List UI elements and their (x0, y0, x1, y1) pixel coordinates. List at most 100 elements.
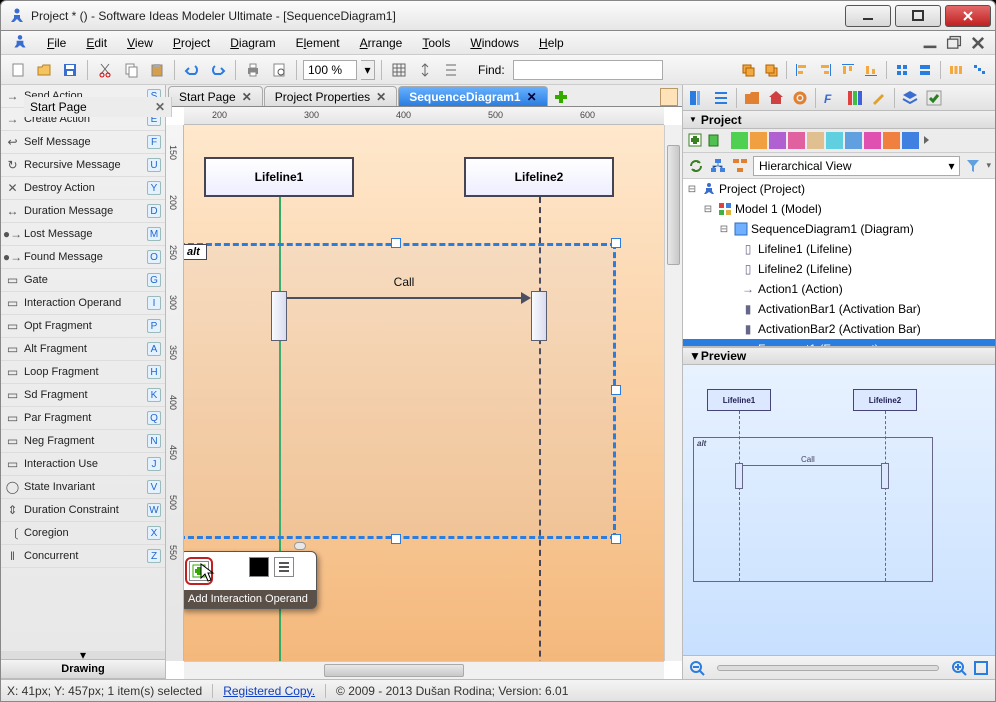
add-tab-button[interactable] (552, 88, 570, 106)
tab-start-tool[interactable]: Start Page✕ (24, 97, 172, 117)
print-preview-button[interactable] (268, 59, 290, 81)
zoom-input[interactable]: 100 % (303, 60, 357, 80)
tab-close-icon[interactable]: ✕ (376, 90, 386, 104)
filter-icon[interactable] (964, 157, 982, 175)
layers-icon[interactable] (899, 87, 921, 109)
tool-item[interactable]: ◯State InvariantV (1, 476, 165, 499)
pal-new-icon[interactable] (687, 132, 704, 149)
undo-button[interactable] (181, 59, 203, 81)
guide-button[interactable] (440, 59, 462, 81)
pal-pink-icon[interactable] (788, 132, 805, 149)
resize-handle[interactable] (391, 238, 401, 248)
align-right-icon[interactable] (815, 60, 835, 80)
resize-handle[interactable] (611, 238, 621, 248)
grid-button[interactable] (388, 59, 410, 81)
tab-start-page[interactable]: Start Page✕ (168, 86, 263, 106)
zoom-fit-icon[interactable] (973, 660, 989, 676)
tool-item[interactable]: ‖ConcurrentZ (1, 545, 165, 568)
tool-item[interactable]: ▭Interaction OperandI (1, 292, 165, 315)
menu-view[interactable]: View (119, 33, 161, 53)
popup-color-button[interactable] (249, 557, 269, 577)
open-button[interactable] (33, 59, 55, 81)
tab-mode-button[interactable] (660, 88, 678, 106)
tool-item[interactable]: ▭Interaction UseJ (1, 453, 165, 476)
align-top-icon[interactable] (838, 60, 858, 80)
gear-icon[interactable] (789, 87, 811, 109)
gray-handle[interactable] (294, 542, 306, 550)
resize-handle[interactable] (391, 534, 401, 544)
align-bottom-icon[interactable] (861, 60, 881, 80)
zoom-in-icon[interactable] (951, 660, 967, 676)
lifeline2[interactable]: Lifeline2 (464, 157, 614, 197)
preview-header[interactable]: ▼Preview (683, 347, 995, 365)
close-button[interactable] (945, 5, 991, 27)
lifeline2-header[interactable]: Lifeline2 (464, 157, 614, 197)
brush2-icon[interactable] (868, 87, 890, 109)
same-height-icon[interactable] (915, 60, 935, 80)
tree2-icon[interactable] (731, 157, 749, 175)
new-button[interactable] (7, 59, 29, 81)
toolbox-scroll-down[interactable]: ▾ (1, 651, 165, 659)
layer-back-icon[interactable] (761, 60, 781, 80)
view-mode-dropdown[interactable]: Hierarchical View▾ (753, 156, 960, 176)
tree-icon[interactable] (709, 157, 727, 175)
pal-copy-icon[interactable] (706, 132, 723, 149)
pal-more-icon[interactable] (921, 132, 938, 149)
preview-canvas[interactable]: Lifeline1 Lifeline2 alt Call (683, 365, 995, 655)
tool-item[interactable]: ▭GateG (1, 269, 165, 292)
tab-close-icon[interactable]: ✕ (155, 100, 165, 114)
mdi-restore-icon[interactable] (945, 34, 963, 52)
tree-item[interactable]: ▯Lifeline1 (Lifeline) (683, 239, 995, 259)
snap-button[interactable] (414, 59, 436, 81)
check-icon[interactable] (923, 87, 945, 109)
tool-item[interactable]: ▭Neg FragmentN (1, 430, 165, 453)
tree-item[interactable]: →Action1 (Action) (683, 279, 995, 299)
pal-orange2-icon[interactable] (883, 132, 900, 149)
tab-close-icon[interactable]: ✕ (242, 90, 252, 104)
tool-item[interactable]: ▭Par FragmentQ (1, 407, 165, 430)
copy-button[interactable] (120, 59, 142, 81)
redo-button[interactable] (207, 59, 229, 81)
minimize-button[interactable] (845, 5, 891, 27)
same-width-icon[interactable] (892, 60, 912, 80)
find-input[interactable] (513, 60, 663, 80)
style-list-icon[interactable] (710, 87, 732, 109)
tab-close-icon[interactable]: ✕ (527, 90, 537, 104)
resize-handle[interactable] (611, 534, 621, 544)
save-button[interactable] (59, 59, 81, 81)
cut-button[interactable] (94, 59, 116, 81)
scrollbar-horizontal[interactable] (184, 661, 664, 679)
tool-item[interactable]: ▭Opt FragmentP (1, 315, 165, 338)
diagram-canvas[interactable]: Lifeline1 Lifeline2 Call alt (184, 125, 664, 661)
menu-help[interactable]: Help (531, 33, 572, 53)
tool-item[interactable]: ↔Duration MessageD (1, 200, 165, 223)
dist-h-icon[interactable] (946, 60, 966, 80)
menu-edit[interactable]: Edit (78, 33, 115, 53)
tab-project-properties[interactable]: Project Properties✕ (264, 86, 397, 106)
pal-green-icon[interactable] (731, 132, 748, 149)
tree-item[interactable]: ▭Fragment1 (Fragment)▾ (683, 339, 995, 347)
zoom-dropdown[interactable]: ▾ (361, 60, 375, 80)
drawing-section-header[interactable]: Drawing (1, 659, 165, 679)
lifeline1-header[interactable]: Lifeline1 (204, 157, 354, 197)
tool-item[interactable]: ●→Lost MessageM (1, 223, 165, 246)
project-panel-header[interactable]: ▼Project (683, 111, 995, 129)
tree-item[interactable]: ▯Lifeline2 (Lifeline) (683, 259, 995, 279)
tool-item[interactable]: ↩Self MessageF (1, 131, 165, 154)
scrollbar-vertical[interactable] (664, 125, 682, 661)
menu-file[interactable]: File (39, 33, 74, 53)
resize-handle[interactable] (611, 385, 621, 395)
dist-v-icon[interactable] (969, 60, 989, 80)
tree-item[interactable]: ▮ActivationBar2 (Activation Bar) (683, 319, 995, 339)
pal-blue-icon[interactable] (845, 132, 862, 149)
colors-icon[interactable] (844, 87, 866, 109)
tool-item[interactable]: ↻Recursive MessageU (1, 154, 165, 177)
tree-diagram[interactable]: ⊟SequenceDiagram1 (Diagram) (683, 219, 995, 239)
tool-item[interactable]: 〔CoregionX (1, 522, 165, 545)
tool-item[interactable]: ✕Destroy ActionY (1, 177, 165, 200)
home-icon[interactable] (765, 87, 787, 109)
menu-project[interactable]: Project (165, 33, 218, 53)
pal-tan-icon[interactable] (807, 132, 824, 149)
print-button[interactable] (242, 59, 264, 81)
add-interaction-operand-button[interactable] (189, 561, 209, 581)
